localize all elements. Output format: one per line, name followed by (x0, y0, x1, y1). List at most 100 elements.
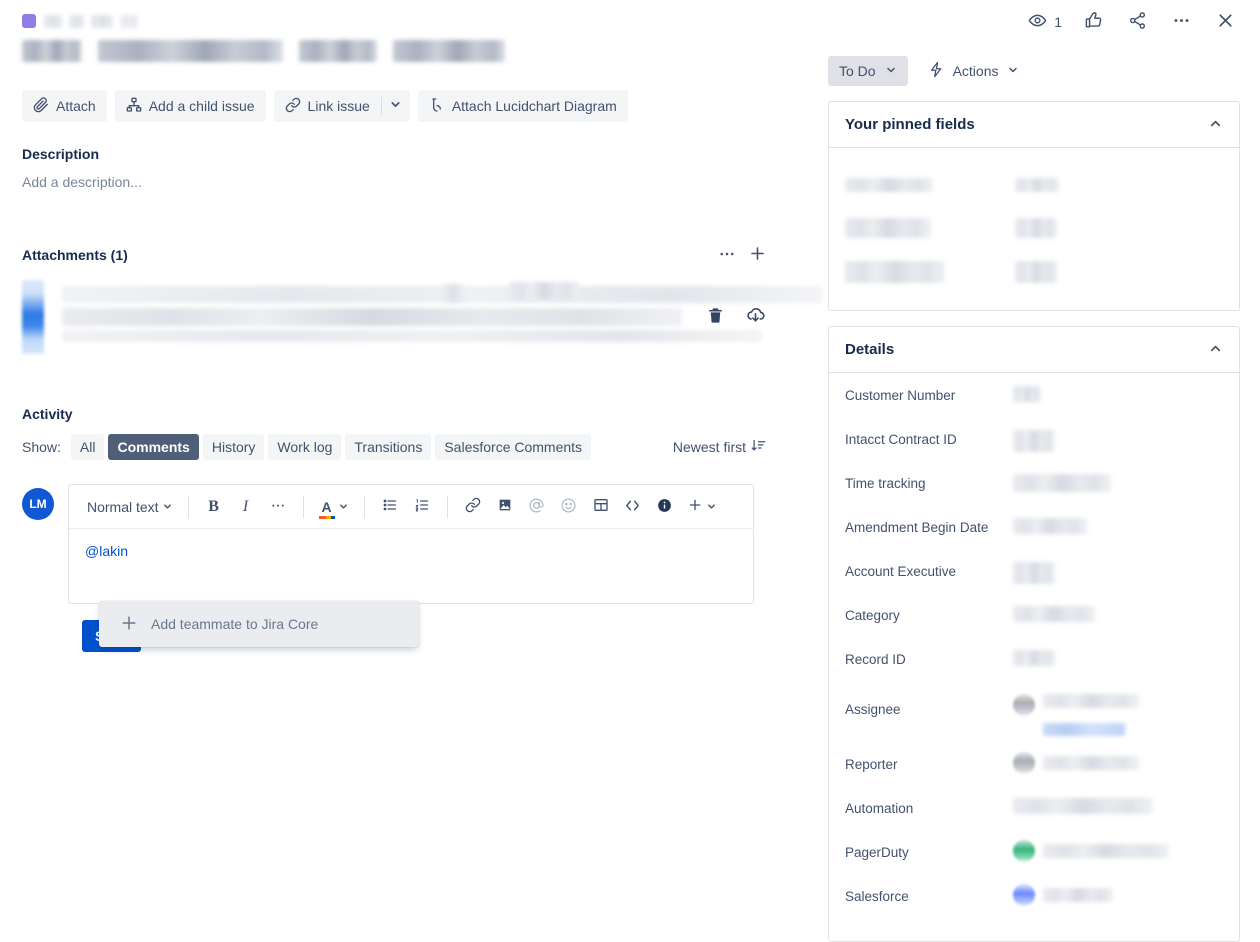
eye-icon (1028, 11, 1047, 33)
detail-label: Record ID (845, 650, 1013, 667)
info-panel-button[interactable] (651, 493, 679, 521)
more-formatting-button[interactable] (264, 493, 292, 521)
detail-row-salesforce[interactable]: Salesforce (845, 881, 1223, 925)
download-cloud-icon (745, 305, 766, 329)
toolbar-divider (364, 496, 365, 518)
text-style-dropdown[interactable]: Normal text (83, 493, 177, 521)
status-dropdown[interactable]: To Do (828, 56, 908, 86)
table-icon (593, 497, 609, 516)
editor-toolbar: Normal text B I (69, 485, 753, 529)
ellipsis-icon (718, 245, 736, 266)
attachments-add-button[interactable] (744, 242, 770, 268)
attach-button[interactable]: Attach (22, 90, 107, 122)
comment-input[interactable]: @lakin (69, 529, 753, 603)
vote-button[interactable] (1080, 9, 1106, 35)
text-color-button[interactable]: A (315, 493, 353, 521)
detail-row-record-id[interactable]: Record ID (845, 647, 1223, 691)
emoji-button[interactable] (555, 493, 583, 521)
chevron-down-icon (1007, 63, 1019, 79)
breadcrumb-redacted-4 (120, 15, 138, 28)
tab-salesforce-comments[interactable]: Salesforce Comments (435, 434, 591, 460)
detail-label: Salesforce (845, 884, 1013, 904)
detail-row-time-tracking[interactable]: Time tracking (845, 471, 1223, 515)
detail-row-customer-number[interactable]: Customer Number (845, 383, 1223, 427)
image-button[interactable] (491, 493, 519, 521)
code-icon (624, 497, 641, 517)
ellipsis-icon (1172, 11, 1191, 33)
watch-button[interactable]: 1 (1028, 11, 1062, 33)
italic-button[interactable]: I (232, 493, 260, 521)
pinned-field-row[interactable] (845, 250, 1223, 294)
more-actions-button[interactable] (1168, 9, 1194, 35)
attachment-delete-button[interactable] (702, 304, 728, 330)
insert-more-button[interactable] (683, 493, 721, 521)
detail-row-automation[interactable]: Automation (845, 793, 1223, 837)
link-issue-button-group: Link issue (274, 90, 410, 122)
attachment-download-button[interactable] (742, 304, 768, 330)
chevron-down-icon (885, 63, 897, 79)
attachment-item[interactable] (22, 280, 788, 354)
breadcrumb-redacted-2 (69, 15, 84, 28)
link-button[interactable] (459, 493, 487, 521)
table-button[interactable] (587, 493, 615, 521)
add-teammate-label: Add teammate to Jira Core (151, 616, 318, 632)
attach-lucidchart-button[interactable]: Attach Lucidchart Diagram (418, 90, 628, 122)
mention-button[interactable] (523, 493, 551, 521)
info-panel-icon (656, 497, 673, 517)
text-style-label: Normal text (87, 499, 159, 515)
numbered-list-button[interactable] (408, 493, 436, 521)
pinned-field-row[interactable] (845, 206, 1223, 250)
description-input[interactable]: Add a description... (22, 174, 788, 190)
description-heading: Description (22, 146, 788, 162)
tab-work-log[interactable]: Work log (268, 434, 341, 460)
sort-descending-icon (751, 438, 766, 456)
details-header[interactable]: Details (829, 327, 1239, 373)
activity-tab-list: Show: All Comments History Work log Tran… (22, 434, 788, 460)
detail-row-category[interactable]: Category (845, 603, 1223, 647)
share-icon (1128, 11, 1147, 33)
plus-icon (748, 244, 767, 266)
tab-all[interactable]: All (71, 434, 105, 460)
pinned-fields-header[interactable]: Your pinned fields (829, 102, 1239, 148)
issue-main-content: Attach Add a child issue Link issue (0, 0, 810, 920)
detail-label: Assignee (845, 694, 1013, 717)
attach-label: Attach (56, 98, 96, 114)
paperclip-icon (33, 97, 49, 116)
detail-row-account-executive[interactable]: Account Executive (845, 559, 1223, 603)
toolbar-divider (303, 496, 304, 518)
chevron-up-icon[interactable] (1208, 116, 1223, 134)
bulleted-list-button[interactable] (376, 493, 404, 521)
add-child-issue-button[interactable]: Add a child issue (115, 90, 266, 122)
code-button[interactable] (619, 493, 647, 521)
breadcrumb[interactable] (22, 0, 788, 34)
attachment-details-redacted (44, 280, 702, 354)
detail-row-amendment-begin-date[interactable]: Amendment Begin Date (845, 515, 1223, 559)
detail-row-reporter[interactable]: Reporter (845, 749, 1223, 793)
rich-text-editor[interactable]: Normal text B I (68, 484, 754, 604)
mention-suggestion-dropdown[interactable]: Add teammate to Jira Core (99, 601, 419, 647)
pinned-field-row[interactable] (845, 162, 1223, 206)
link-issue-button[interactable]: Link issue (274, 90, 381, 122)
sort-order-button[interactable]: Newest first (673, 438, 788, 456)
detail-label: Reporter (845, 752, 1013, 772)
tab-transitions[interactable]: Transitions (345, 434, 431, 460)
chevron-up-icon[interactable] (1208, 341, 1223, 359)
attachments-more-button[interactable] (714, 242, 740, 268)
share-button[interactable] (1124, 9, 1150, 35)
image-icon (497, 497, 513, 516)
close-button[interactable] (1212, 9, 1238, 35)
tab-history[interactable]: History (203, 434, 265, 460)
detail-row-pagerduty[interactable]: PagerDuty (845, 837, 1223, 881)
link-icon (285, 97, 301, 116)
bold-button[interactable]: B (200, 493, 228, 521)
detail-row-intacct-contract-id[interactable]: Intacct Contract ID (845, 427, 1223, 471)
attach-lucidchart-label: Attach Lucidchart Diagram (452, 98, 617, 114)
detail-row-assignee[interactable]: Assignee (845, 691, 1223, 749)
thumbs-up-icon (1084, 11, 1103, 33)
link-issue-more-button[interactable] (382, 90, 410, 122)
issue-sidebar: 1 To Do (810, 0, 1260, 920)
avatar (1013, 840, 1035, 862)
actions-dropdown[interactable]: Actions (922, 60, 1025, 82)
tab-comments[interactable]: Comments (108, 434, 198, 460)
emoji-icon (560, 497, 577, 517)
